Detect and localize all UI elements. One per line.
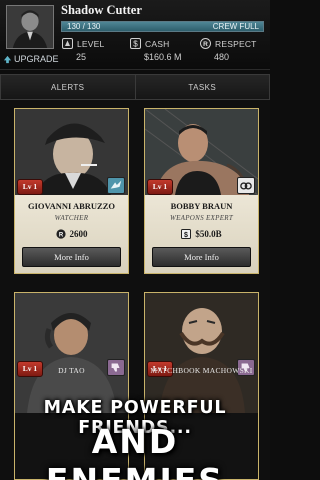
level-value: 25: [76, 52, 87, 62]
promo-subheadline: AND ENEMIES: [46, 422, 222, 480]
cash-stat: $ CASH $160.6 M: [130, 38, 194, 66]
avatar-portrait: [7, 6, 53, 48]
player-avatar[interactable]: [6, 5, 54, 49]
character-cost: R 2600: [15, 229, 128, 239]
watcher-bird-icon: [110, 180, 122, 189]
cost-value: $50.0B: [195, 229, 222, 239]
svg-text:R: R: [58, 232, 63, 238]
handcuffs-badge: [237, 177, 255, 194]
cost-value: 2600: [69, 229, 88, 239]
level-stat: LEVEL 25: [62, 38, 122, 66]
upgrade-button[interactable]: UPGRADE: [3, 54, 59, 64]
card-info: BOBBY BRAUN WEAPONS EXPERT $ $50.0B More…: [145, 195, 258, 273]
cash-label: CASH: [145, 39, 170, 49]
level-badge: Lv 1: [147, 179, 173, 195]
respect-value: 480: [214, 52, 230, 62]
card-info: GIOVANNI ABRUZZO WATCHER R 2600 More Inf…: [15, 195, 128, 273]
level-badge: Lv 1: [17, 179, 43, 195]
upgrade-label: UPGRADE: [14, 54, 59, 64]
watcher-badge: [107, 177, 125, 194]
upgrade-icon: [3, 55, 12, 63]
crew-status: CREW FULL: [212, 22, 259, 31]
svg-text:$: $: [184, 232, 188, 239]
health-bar: 130 / 130 CREW FULL: [61, 21, 264, 32]
tab-bar: ALERTS TASKS: [0, 74, 270, 100]
respect-coin-icon: R: [55, 229, 66, 239]
character-role: WATCHER: [54, 214, 89, 222]
character-name: GIOVANNI ABRUZZO: [28, 201, 115, 211]
handcuffs-icon: [240, 182, 252, 190]
more-info-button[interactable]: More Info: [22, 247, 121, 267]
health-value: 130 / 130: [67, 22, 101, 31]
profile-header: UPGRADE Shadow Cutter 130 / 130 CREW FUL…: [0, 0, 270, 70]
respect-label: RESPECT: [215, 39, 257, 49]
respect-icon: R: [200, 38, 211, 49]
character-card[interactable]: Lv 1 GIOVANNI ABRUZZO WATCHER R 2600 Mor…: [14, 108, 129, 274]
cash-value: $160.6 M: [144, 52, 182, 62]
level-label: LEVEL: [77, 39, 105, 49]
character-cost: $ $50.0B: [145, 229, 258, 239]
character-card[interactable]: Lv 1 BOBBY BRAUN WEAPONS EXPERT $ $50.0B…: [144, 108, 259, 274]
character-name: BOBBY BRAUN: [170, 201, 233, 211]
character-name: DJ TAO: [58, 366, 85, 375]
player-name: Shadow Cutter: [61, 3, 142, 17]
tab-alerts[interactable]: ALERTS: [0, 74, 136, 100]
more-info-button[interactable]: More Info: [152, 247, 251, 267]
character-role: WEAPONS EXPERT: [169, 214, 234, 222]
svg-text:$: $: [133, 40, 138, 49]
tab-tasks[interactable]: TASKS: [135, 74, 270, 100]
svg-text:R: R: [203, 41, 208, 48]
character-name: MATCHBOOK MACHOWSKI: [150, 366, 253, 375]
respect-stat: R RESPECT 480: [200, 38, 268, 66]
level-icon: [62, 38, 73, 49]
cash-coin-icon: $: [181, 229, 192, 239]
cash-icon: $: [130, 38, 141, 49]
